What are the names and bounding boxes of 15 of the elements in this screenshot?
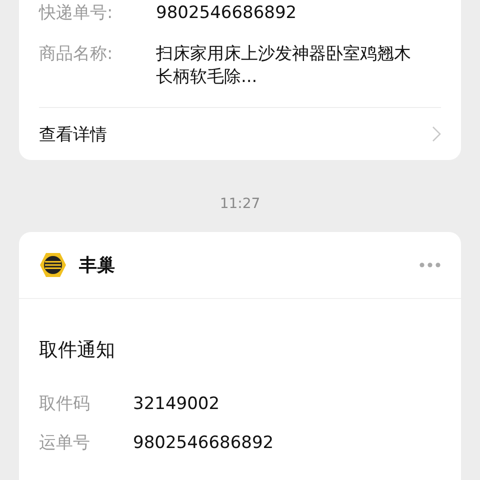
sender-name: 丰巢	[79, 254, 116, 277]
timestamp: 11:27	[220, 196, 260, 212]
field-label: 取件码	[39, 393, 91, 416]
details-link[interactable]: 查看详情	[39, 122, 107, 146]
field-value: 9802546686892	[133, 432, 274, 455]
hive-logo-icon	[39, 252, 67, 278]
field-value: 32149002	[133, 393, 220, 416]
chevron-right-icon	[432, 126, 441, 142]
more-icon[interactable]	[419, 262, 441, 268]
field-label: 商品名称:	[39, 43, 114, 66]
field-value: 扫床家用床上沙发神器卧室鸡翘木长柄软毛除...	[156, 43, 412, 89]
field-label: 运单号	[39, 432, 91, 455]
notice-title: 取件通知	[38, 338, 116, 363]
field-value: 9802546686892	[156, 2, 298, 25]
field-label: 快递单号:	[39, 2, 114, 25]
